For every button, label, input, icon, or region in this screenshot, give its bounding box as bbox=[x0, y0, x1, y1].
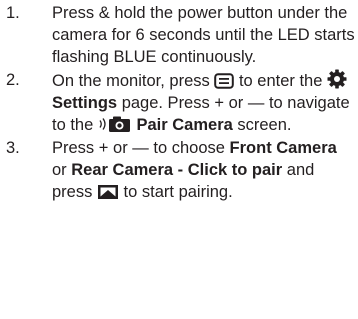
step-2: 2. On the monitor, press to enter the Se… bbox=[6, 69, 356, 136]
pairing-steps: 1. Press & hold the power button under t… bbox=[6, 2, 356, 204]
plus-key: + bbox=[214, 94, 224, 112]
step-text: page. Press bbox=[121, 94, 210, 112]
instruction-page: { "steps": [ { "number": "1.", "text": "… bbox=[0, 0, 358, 319]
step-text: screen. bbox=[237, 116, 292, 134]
ok-key-icon bbox=[97, 184, 119, 200]
plus-key: + bbox=[98, 139, 109, 157]
step-text: or bbox=[228, 94, 244, 112]
step-text: On the monitor, press bbox=[52, 72, 210, 90]
step-number: 1. bbox=[6, 4, 20, 22]
rear-camera-label: Rear Camera - Click to pair bbox=[71, 161, 283, 179]
pair-camera-label: Pair Camera bbox=[136, 116, 233, 134]
step-text: to start pairing. bbox=[123, 183, 233, 201]
step-text: Press & hold the power button under the … bbox=[52, 4, 355, 66]
front-camera-label: Front Camera bbox=[229, 139, 337, 157]
step-1: 1. Press & hold the power button under t… bbox=[6, 2, 356, 68]
step-number: 2. bbox=[6, 71, 20, 89]
step-text: or bbox=[113, 139, 128, 157]
step-text: Press bbox=[52, 139, 95, 157]
gear-icon bbox=[327, 69, 347, 89]
step-number: 3. bbox=[6, 139, 20, 157]
step-text: to enter the bbox=[238, 72, 323, 90]
step-text: to choose bbox=[153, 139, 225, 157]
minus-key: — bbox=[247, 94, 265, 112]
menu-key-icon bbox=[214, 73, 235, 89]
step-3: 3. Press + or — to choose Front Camera o… bbox=[6, 137, 356, 203]
step-text: or bbox=[52, 161, 67, 179]
settings-label: Settings bbox=[52, 94, 118, 112]
minus-key: — bbox=[132, 139, 149, 157]
pair-camera-icon bbox=[98, 115, 132, 133]
